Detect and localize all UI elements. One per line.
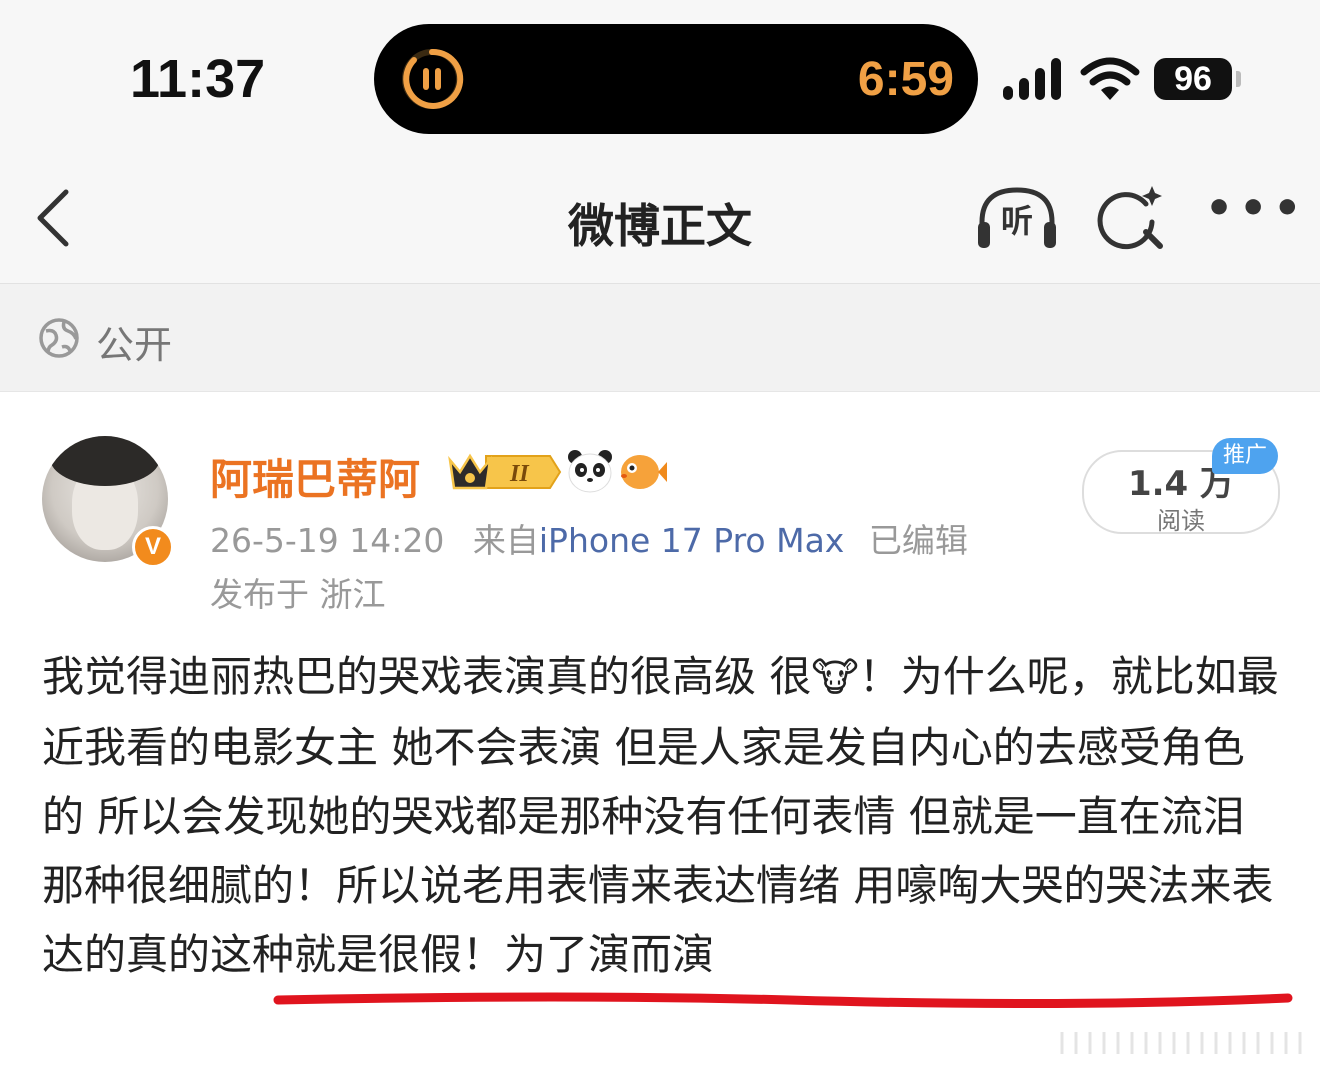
listen-button[interactable]: 听 <box>974 182 1060 252</box>
panda-emoji-icon <box>568 450 612 493</box>
wifi-icon <box>1080 57 1140 100</box>
post-location: 发布于 浙江 <box>210 575 386 614</box>
crown-level-badge[interactable]: II <box>446 450 562 494</box>
promo-tag[interactable]: 推广 <box>1212 438 1278 474</box>
cellular-signal-icon <box>1003 58 1067 100</box>
post-text-part2: ！为什么呢，就比如最近我看的电影女主 她不会表演 但是人家是发自内心的去感受角色… <box>42 652 1279 979</box>
timer-pause-icon[interactable] <box>400 47 464 111</box>
avatar-hair <box>50 436 160 486</box>
device-link[interactable]: iPhone 17 Pro Max <box>539 521 844 560</box>
pufferfish-emoji-icon <box>621 455 667 489</box>
clock: 11:37 <box>130 49 266 109</box>
battery-indicator: 96 <box>1154 58 1232 100</box>
reads-label: 阅读 <box>1157 507 1205 535</box>
username[interactable]: 阿瑞巴蒂阿 <box>210 446 420 507</box>
dynamic-island[interactable]: 6:59 <box>374 24 978 134</box>
post-meta: 26-5-19 14:20 来自iPhone 17 Pro Max 已编辑 <box>210 514 968 562</box>
crown-level-text: II <box>509 461 530 487</box>
post-card: V 阿瑞巴蒂阿 II 26-5-19 14:20 来自iPhone 17 Pro… <box>0 392 1320 1071</box>
status-bar: 11:37 6:59 96 <box>0 0 1320 150</box>
nav-bar: 微博正文 听 ••• <box>0 150 1320 284</box>
edited-label[interactable]: 已编辑 <box>869 521 968 560</box>
ai-search-icon[interactable] <box>1096 182 1166 252</box>
red-underline-annotation <box>273 992 1293 1009</box>
cow-emoji: 🐮 <box>811 655 859 701</box>
visibility-label: 公开 <box>96 323 173 367</box>
listen-label: 听 <box>1000 202 1033 240</box>
visibility-row: 公开 <box>0 284 1320 392</box>
post-body: 我觉得迪丽热巴的哭戏表演真的很高级 很🐮！为什么呢，就比如最近我看的电影女主 她… <box>42 642 1282 989</box>
post-date: 26-5-19 14:20 <box>210 521 445 560</box>
more-dots-icon[interactable]: ••• <box>1205 187 1301 240</box>
battery-tip <box>1236 71 1241 87</box>
globe-icon <box>39 318 79 358</box>
post-text-part1: 我觉得迪丽热巴的哭戏表演真的很高级 很 <box>42 652 812 701</box>
verified-badge: V <box>132 526 174 568</box>
source-prefix: 来自 <box>472 521 539 560</box>
text-fade-lines <box>1060 1032 1302 1054</box>
timer-readout: 6:59 <box>857 53 954 106</box>
